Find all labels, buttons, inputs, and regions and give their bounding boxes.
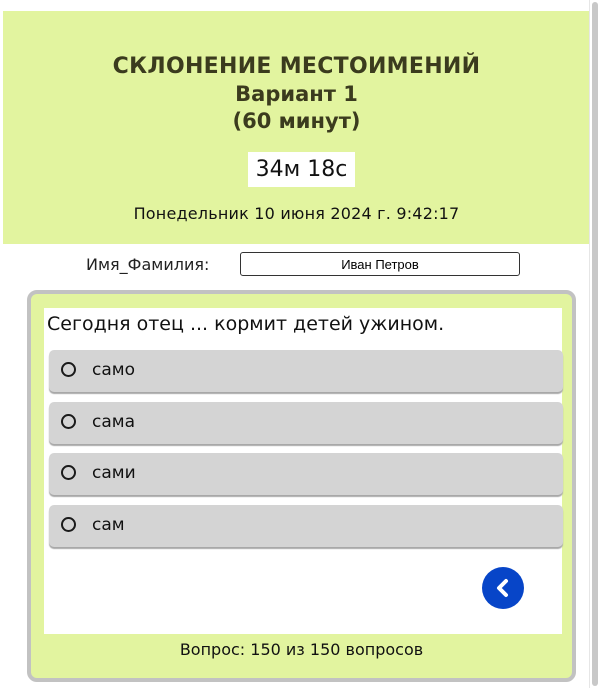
radio-button[interactable] [61,517,76,532]
student-name-input[interactable] [240,252,520,276]
answer-option-label: сама [92,412,136,432]
test-header: СКЛОНЕНИЕ МЕСТОИМЕНИЙ Вариант 1 (60 мину… [3,11,590,244]
answer-option-4[interactable]: сам [49,505,563,547]
answer-option-3[interactable]: сами [49,453,563,495]
radio-button[interactable] [61,465,76,480]
question-text: Сегодня отец ... кормит детей ужином. [47,313,445,335]
current-datetime: Понедельник 10 июня 2024 г. 9:42:17 [133,204,460,223]
scrollbar[interactable] [589,0,600,688]
answer-option-1[interactable]: само [49,350,563,392]
chevron-left-icon [497,579,508,597]
answer-option-label: сами [92,463,136,483]
answer-option-2[interactable]: сама [49,402,563,444]
page: СКЛОНЕНИЕ МЕСТОИМЕНИЙ Вариант 1 (60 мину… [0,0,600,688]
quiz-panel: Сегодня отец ... кормит детей ужином. са… [27,290,576,682]
test-title: СКЛОНЕНИЕ МЕСТОИМЕНИЙ [112,54,481,79]
student-name-row: Имя_Фамилия: [0,252,590,280]
answer-option-label: сам [92,515,125,535]
radio-button[interactable] [61,362,76,377]
test-duration: (60 минут) [232,109,361,133]
question-card: Сегодня отец ... кормит детей ужином. са… [44,308,563,634]
radio-button[interactable] [61,414,76,429]
previous-question-button[interactable] [482,567,524,609]
question-progress: Вопрос: 150 из 150 вопросов [179,640,424,659]
test-variant: Вариант 1 [235,82,358,106]
student-name-label: Имя_Фамилия: [86,255,210,274]
scrollbar-thumb[interactable] [592,2,598,686]
countdown-timer: 34м 18с [248,152,355,187]
answer-option-label: само [92,360,135,380]
